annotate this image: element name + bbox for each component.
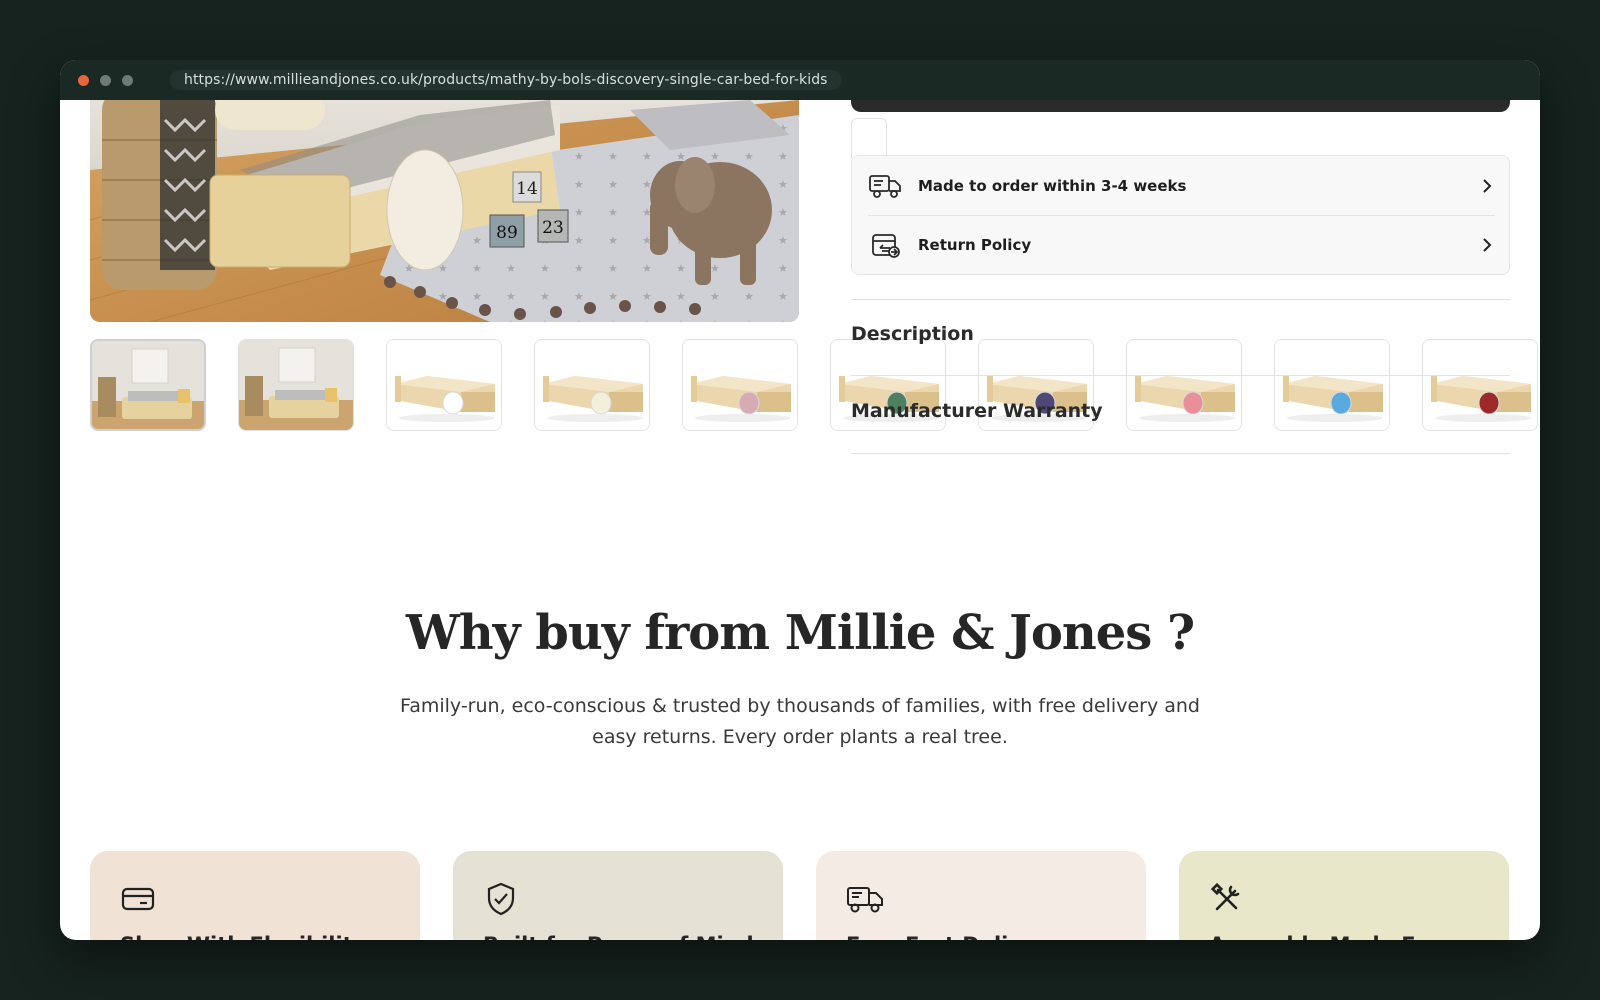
shield-check-icon	[483, 881, 519, 917]
maximize-window-button[interactable]	[122, 75, 133, 86]
block-label: 89	[496, 223, 518, 243]
product-main-image[interactable]: ★	[90, 100, 799, 322]
return-policy-row[interactable]: Return Policy	[868, 215, 1495, 274]
divider	[851, 375, 1510, 376]
subtitle-line: easy returns. Every order plants a real …	[592, 726, 1008, 748]
return-policy-label: Return Policy	[918, 235, 1032, 254]
bed-thumbnail-image	[1127, 340, 1241, 430]
bedroom-photo: ★	[90, 100, 799, 322]
divider	[851, 299, 1510, 300]
feature-title: Shop With Flexibility	[120, 933, 366, 940]
bed-thumbnail-image	[387, 340, 501, 430]
warranty-accordion-toggle[interactable]: Manufacturer Warranty	[851, 400, 1103, 422]
close-window-button[interactable]	[78, 75, 89, 86]
block-label: 14	[516, 179, 538, 199]
why-buy-subtitle: Family-run, eco-conscious & trusted by t…	[380, 691, 1220, 753]
subtitle-line: Family-run, eco-conscious & trusted by t…	[400, 695, 1200, 717]
shipping-info-card: Made to order within 3-4 weeks Return Po…	[851, 155, 1510, 275]
bed-thumbnail-image	[1275, 340, 1389, 430]
bed-thumbnail-image	[1423, 340, 1537, 430]
product-thumbnail[interactable]	[534, 339, 650, 431]
feature-card: Free Fast Delivery	[816, 851, 1146, 940]
chevron-right-icon	[1483, 237, 1492, 252]
page-content: ★	[60, 100, 1540, 940]
truck-icon	[846, 881, 883, 917]
card-icon	[120, 881, 156, 917]
bed-thumbnail-image	[683, 340, 797, 430]
product-thumbnail[interactable]	[1274, 339, 1390, 431]
thumbnail-strip	[90, 339, 1540, 435]
feature-title: Assembly Made Easy	[1209, 933, 1456, 940]
product-thumbnail[interactable]	[238, 339, 354, 431]
tab-box[interactable]	[851, 118, 887, 159]
delivery-info-row[interactable]: Made to order within 3-4 weeks	[868, 156, 1495, 216]
product-thumbnail[interactable]	[90, 339, 206, 431]
browser-window: https://www.millieandjones.co.uk/product…	[60, 60, 1540, 940]
browser-titlebar: https://www.millieandjones.co.uk/product…	[60, 60, 1540, 100]
address-bar[interactable]: https://www.millieandjones.co.uk/product…	[170, 70, 842, 90]
feature-title: Built for Peace of Mind	[483, 933, 754, 940]
divider	[851, 453, 1510, 454]
description-accordion-toggle[interactable]: Description	[851, 323, 974, 345]
feature-card: Shop With Flexibility	[90, 851, 420, 940]
room-thumbnail-image	[92, 341, 204, 429]
why-buy-heading: Why buy from Millie & Jones ?	[405, 605, 1195, 661]
tools-icon	[1209, 881, 1245, 917]
feature-card: Built for Peace of Mind	[453, 851, 783, 940]
product-thumbnail[interactable]	[1422, 339, 1538, 431]
feature-card: Assembly Made Easy	[1179, 851, 1509, 940]
product-thumbnail[interactable]	[682, 339, 798, 431]
minimize-window-button[interactable]	[100, 75, 111, 86]
truck-icon	[868, 171, 902, 201]
product-thumbnail[interactable]	[1126, 339, 1242, 431]
add-to-cart-button[interactable]	[851, 100, 1510, 112]
chevron-right-icon	[1483, 178, 1492, 193]
return-box-icon	[868, 230, 902, 260]
block-label: 23	[542, 218, 564, 238]
product-thumbnail[interactable]	[386, 339, 502, 431]
bed-thumbnail-image	[535, 340, 649, 430]
feature-title: Free Fast Delivery	[846, 933, 1060, 940]
delivery-info-label: Made to order within 3-4 weeks	[918, 176, 1187, 195]
room-thumbnail-image	[239, 340, 353, 430]
